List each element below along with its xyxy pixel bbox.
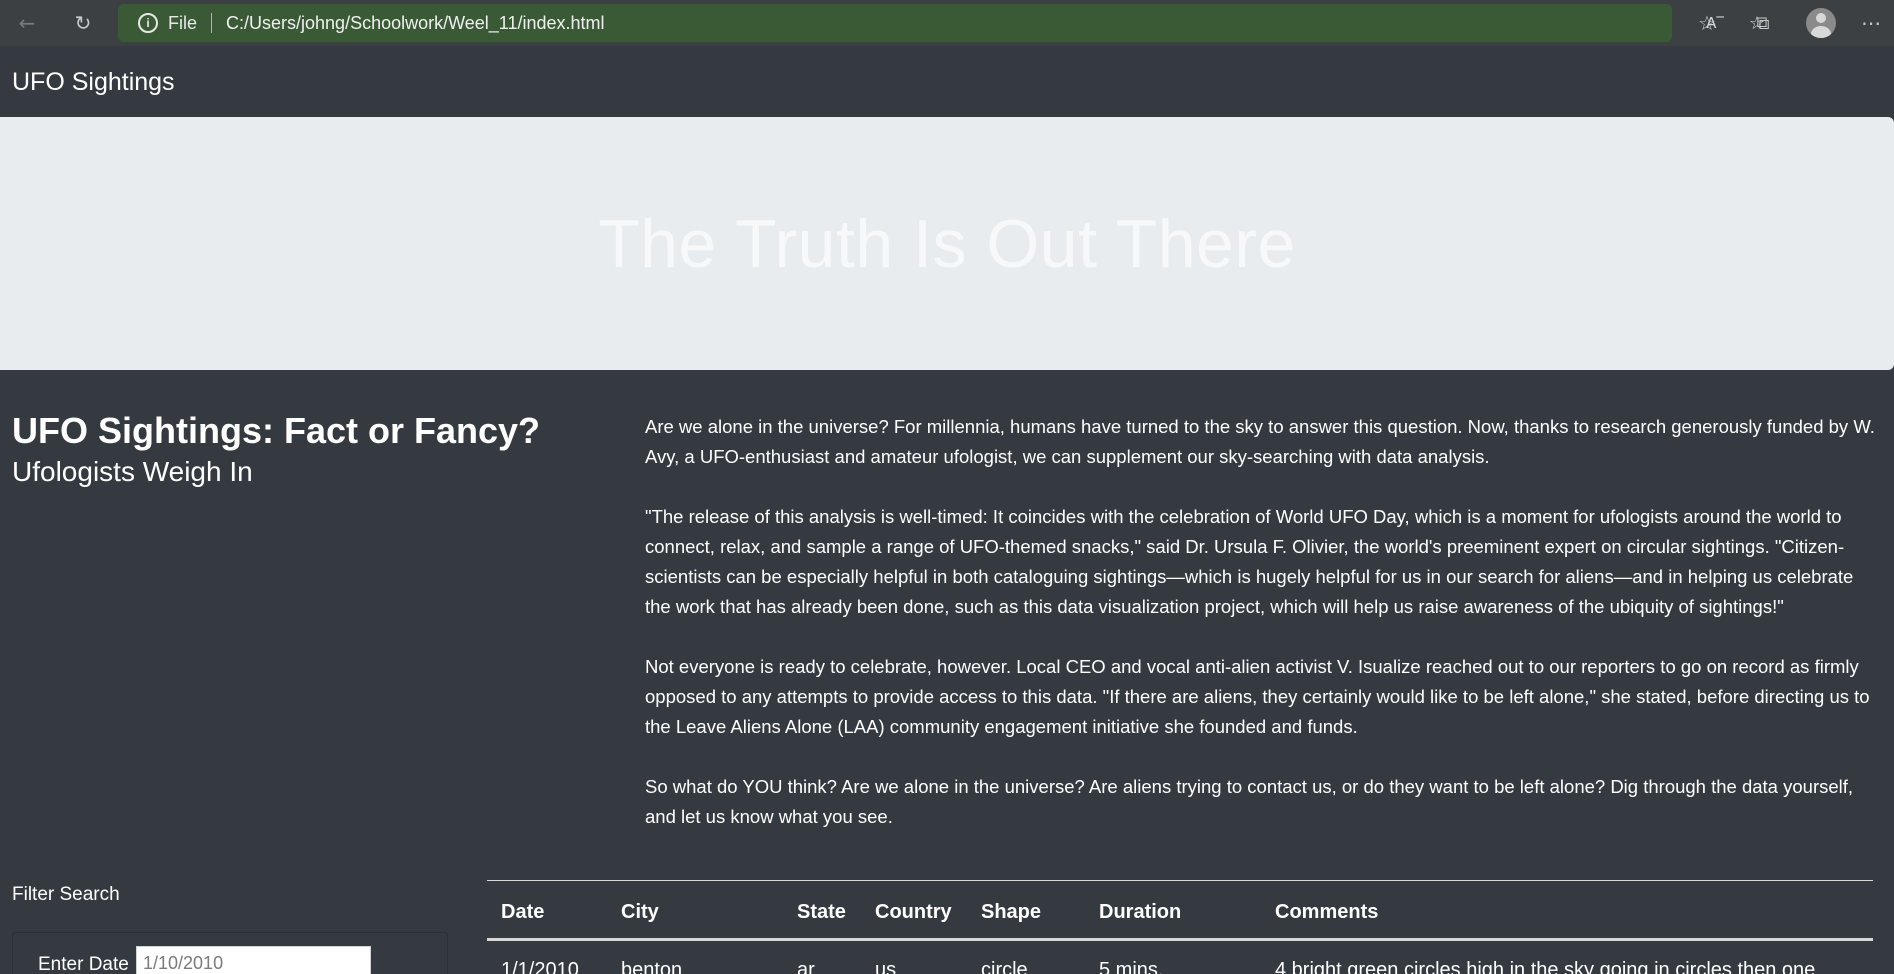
article-paragraph: So what do YOU think? Are we alone in th…	[645, 776, 1854, 827]
sightings-table-wrapper: Date City State Country Shape Duration C…	[487, 880, 1873, 974]
page-subtitle: Ufologists Weigh In	[12, 456, 253, 487]
table-header-row: Date City State Country Shape Duration C…	[487, 880, 1873, 941]
address-url[interactable]: C:/Users/johng/Schoolwork/Weel_11/index.…	[226, 13, 605, 34]
address-scheme-label: File	[168, 12, 198, 33]
refresh-icon[interactable]: ↻	[68, 8, 98, 38]
table-cell-city: benton	[621, 959, 683, 974]
date-filter-label: Enter Date	[38, 954, 129, 974]
favorites-icon[interactable]: ☆	[1692, 8, 1722, 38]
navbar-brand[interactable]: UFO Sightings	[12, 68, 175, 97]
column-header-shape: Shape	[967, 880, 1085, 941]
column-header-country: Country	[861, 880, 967, 941]
browser-toolbar: ← ↻ i File C:/Users/johng/Schoolwork/Wee…	[0, 0, 1894, 46]
info-icon[interactable]: i	[138, 13, 158, 33]
back-arrow-icon[interactable]: ←	[12, 8, 42, 38]
table-cell-shape: circle	[981, 959, 1028, 974]
column-header-state: State	[783, 880, 861, 941]
article-paragraph: "The release of this analysis is well-ti…	[645, 506, 1854, 617]
table-cell-comments: 4 bright green circles high in the sky g…	[1275, 959, 1816, 974]
article-text: Are we alone in the universe? For millen…	[645, 412, 1877, 862]
navbar: UFO Sightings	[0, 46, 1894, 117]
sightings-table: Date City State Country Shape Duration C…	[487, 880, 1873, 974]
column-header-comments: Comments	[1261, 880, 1873, 941]
table-row: 1/1/2010 benton ar us circle 5 mins. 4 b…	[487, 940, 1873, 974]
column-header-duration: Duration	[1085, 880, 1261, 941]
table-cell-state: ar	[797, 959, 815, 974]
column-header-date: Date	[487, 880, 607, 941]
article-paragraph: Not everyone is ready to celebrate, howe…	[645, 656, 1870, 737]
column-header-city: City	[607, 880, 783, 941]
profile-avatar-icon[interactable]	[1806, 8, 1836, 38]
more-options-icon[interactable]: ⋯	[1856, 8, 1886, 38]
page-title: UFO Sightings: Fact or Fancy?	[12, 410, 541, 451]
intro-heading-column: UFO Sightings: Fact or Fancy? Ufologists…	[12, 410, 572, 488]
table-cell-duration: 5 mins.	[1099, 959, 1164, 974]
jumbotron-heading: The Truth Is Out There	[598, 206, 1296, 282]
article-paragraph: Are we alone in the universe? For millen…	[645, 416, 1875, 467]
address-divider	[211, 13, 213, 33]
table-cell-date: 1/1/2010	[501, 959, 579, 974]
jumbotron: The Truth Is Out There	[0, 117, 1894, 370]
filter-title: Filter Search	[12, 884, 120, 905]
collections-icon[interactable]: ⧉	[1748, 8, 1778, 38]
address-bar[interactable]: i File C:/Users/johng/Schoolwork/Weel_11…	[118, 4, 1765, 42]
date-filter-input[interactable]	[136, 946, 371, 974]
table-cell-country: us	[875, 959, 897, 974]
